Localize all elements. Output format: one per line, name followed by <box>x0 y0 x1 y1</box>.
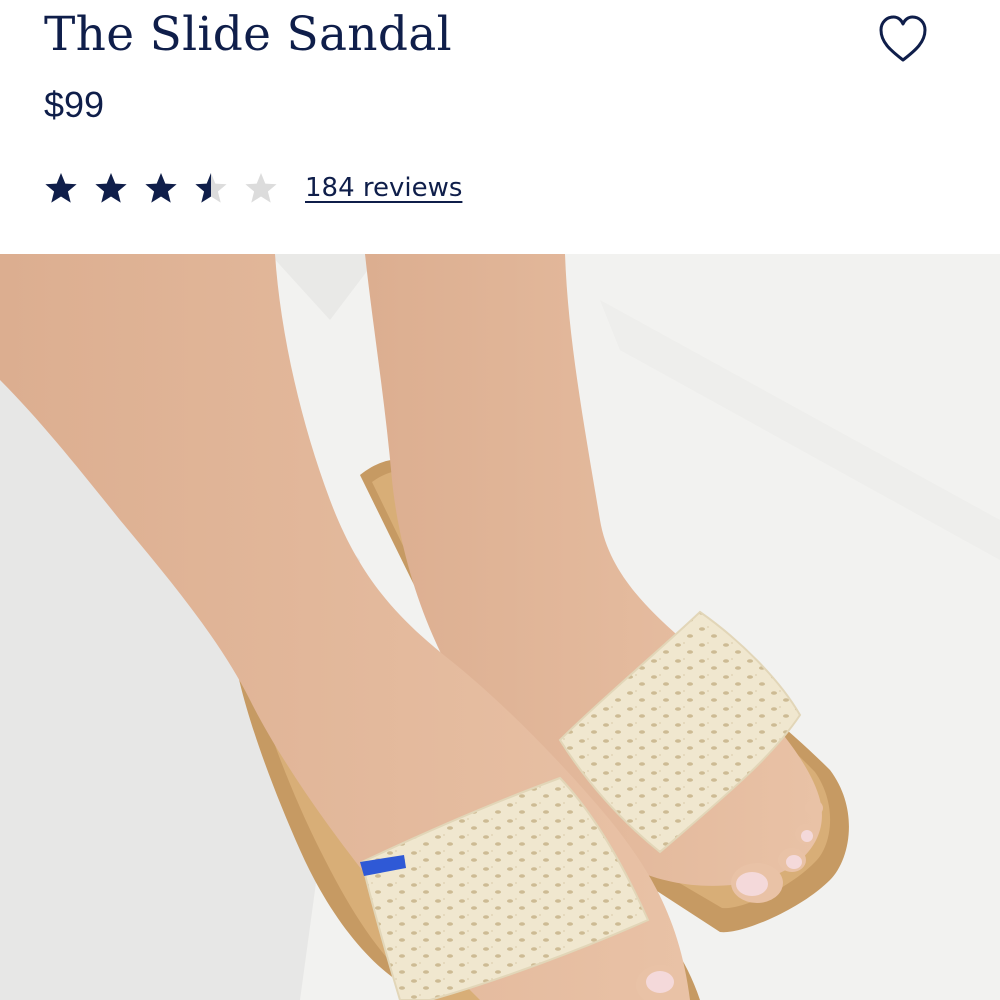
favorite-button[interactable] <box>872 10 934 66</box>
heart-outline-icon <box>879 15 927 62</box>
product-title: The Slide Sandal <box>44 7 452 62</box>
star-icon <box>93 171 129 205</box>
star-icon <box>193 171 229 205</box>
star-icon <box>143 171 179 205</box>
rating-stars <box>43 171 279 205</box>
product-image <box>0 254 1000 1000</box>
star-icon <box>43 171 79 205</box>
rating-row: 184 reviews <box>43 166 462 210</box>
product-price: $99 <box>44 84 105 125</box>
product-photo <box>0 254 1000 1000</box>
reviews-link[interactable]: 184 reviews <box>305 173 462 203</box>
star-icon <box>243 171 279 205</box>
